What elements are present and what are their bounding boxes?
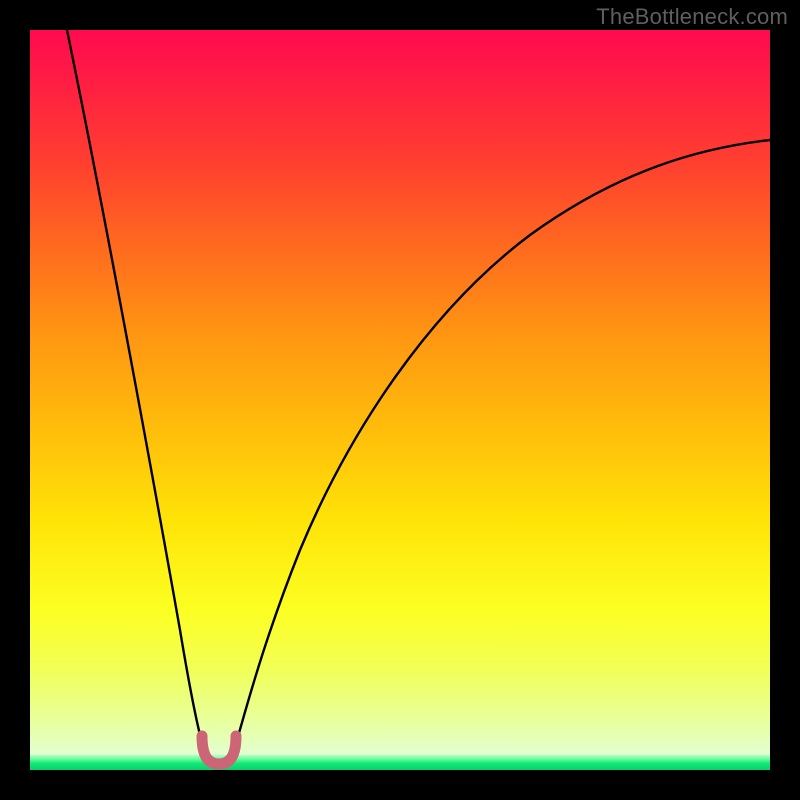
plot-area — [30, 30, 770, 770]
curve-right-branch — [234, 140, 770, 750]
watermark-text: TheBottleneck.com — [596, 4, 788, 30]
curve-left-branch — [67, 30, 204, 750]
optimal-u-marker — [202, 736, 236, 764]
chart-stage: TheBottleneck.com — [0, 0, 800, 800]
curve-layer — [30, 30, 770, 770]
